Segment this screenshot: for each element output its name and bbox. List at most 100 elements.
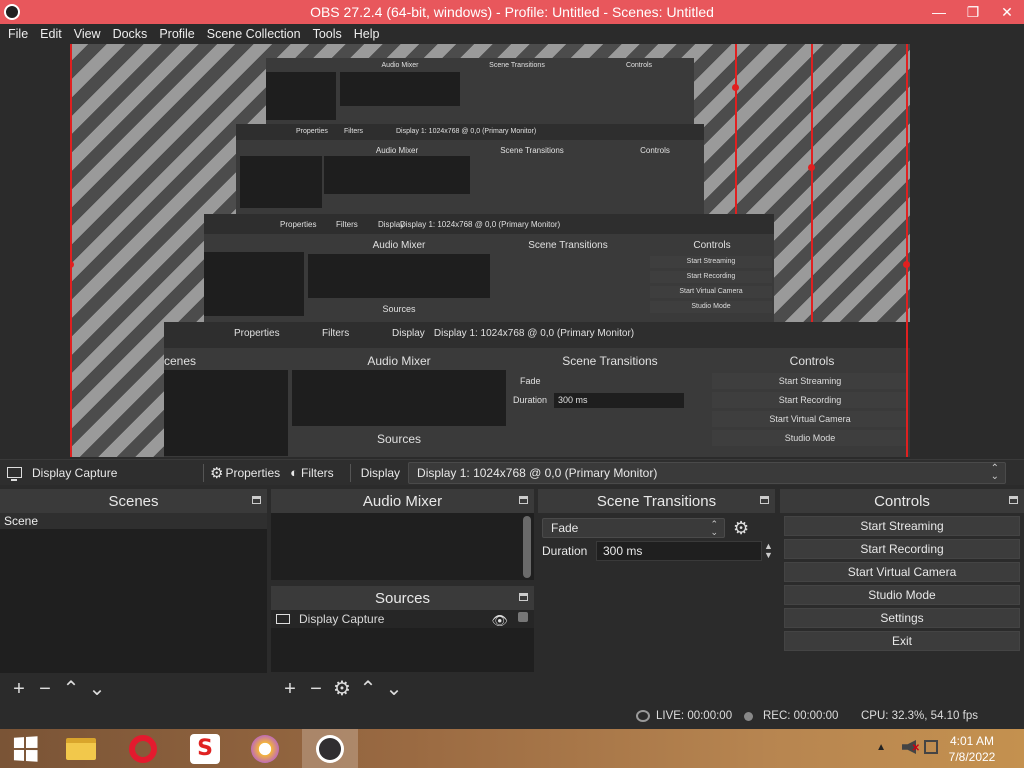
controls-header[interactable]: Controls <box>780 489 1024 513</box>
bounding-handle-left[interactable] <box>70 261 74 268</box>
menu-scene-collection[interactable]: Scene Collection <box>203 27 309 41</box>
nested3-transitions: Scene Transitions <box>500 146 564 155</box>
maximize-button[interactable]: ❐ <box>956 0 990 24</box>
menu-view[interactable]: View <box>70 27 109 41</box>
monitor-icon <box>276 614 290 624</box>
undock-icon[interactable] <box>1009 496 1018 504</box>
taskbar-file-explorer[interactable] <box>58 729 104 768</box>
windows-taskbar: S ▲ ✕ 4:01 AM 7/8/2022 <box>0 729 1024 768</box>
remove-source-button[interactable]: − <box>303 679 329 699</box>
scenes-dock-header[interactable]: Scenes <box>0 489 267 513</box>
sources-title: Sources <box>374 589 431 607</box>
source-name: Display Capture <box>299 612 385 626</box>
nested2-controls: Controls <box>693 240 731 251</box>
filters-button[interactable]: ◐ Filters <box>290 465 334 480</box>
source-properties-gear-icon[interactable]: ⚙ <box>329 679 355 699</box>
move-scene-down-button[interactable]: ⌄ <box>84 679 110 699</box>
live-status: LIVE: 00:00:00 <box>636 710 732 722</box>
nested-properties-label: Properties <box>234 328 280 339</box>
menu-profile[interactable]: Profile <box>155 27 202 41</box>
preview-canvas[interactable]: Properties Filters Display Display 1: 10… <box>70 44 910 457</box>
menu-docks[interactable]: Docks <box>109 27 156 41</box>
studio-mode-button[interactable]: Studio Mode <box>784 585 1020 605</box>
gear-icon: ⚙ <box>210 464 224 482</box>
undock-icon[interactable] <box>519 593 528 601</box>
taskbar-obs[interactable] <box>302 729 358 768</box>
bounding-handle-inner-2[interactable] <box>732 84 739 91</box>
nested-scenes-title: cenes <box>163 354 197 368</box>
nested3-properties: Properties <box>296 128 328 135</box>
taskbar-clock[interactable]: 4:01 AM 7/8/2022 <box>942 733 1002 765</box>
updown-arrows-icon: ⌃ ⌄ <box>990 462 1000 482</box>
taskbar-lock-app[interactable] <box>242 729 288 768</box>
source-list-item[interactable]: Display Capture 👁 <box>271 610 534 628</box>
add-scene-button[interactable]: + <box>6 679 32 699</box>
start-streaming-button[interactable]: Start Streaming <box>784 516 1020 536</box>
nested-start-streaming: Start Streaming <box>712 373 908 389</box>
duration-spinner[interactable]: ▲ ▼ <box>764 542 773 560</box>
menu-file[interactable]: File <box>4 27 36 41</box>
taskbar-opera[interactable] <box>120 729 166 768</box>
add-source-button[interactable]: + <box>277 679 303 699</box>
scenes-list[interactable]: Scene <box>0 513 267 673</box>
taskbar-s-app[interactable]: S <box>182 729 228 768</box>
window-title: OBS 27.2.4 (64-bit, windows) - Profile: … <box>310 4 714 20</box>
duration-label: Duration <box>542 544 588 558</box>
broadcast-icon <box>636 710 650 722</box>
start-button[interactable] <box>2 729 48 768</box>
lock-icon[interactable] <box>518 612 528 622</box>
nested-start-recording: Start Recording <box>712 392 908 408</box>
scene-transitions-header[interactable]: Scene Transitions <box>538 489 775 513</box>
exit-button[interactable]: Exit <box>784 631 1020 651</box>
nested3-display-value: Display 1: 1024x768 @ 0,0 (Primary Monit… <box>396 128 537 135</box>
controls-body: Start Streaming Start Recording Start Vi… <box>780 513 1024 703</box>
eye-icon[interactable]: 👁 <box>491 613 508 629</box>
preview-area[interactable]: Properties Filters Display Display 1: 10… <box>0 44 1024 459</box>
scene-list-item[interactable]: Scene <box>0 513 267 529</box>
bounding-box-inner-2 <box>811 44 813 322</box>
start-recording-button[interactable]: Start Recording <box>784 539 1020 559</box>
transition-select[interactable]: Fade ⌃ ⌄ <box>542 518 725 538</box>
move-source-down-button[interactable]: ⌄ <box>381 679 407 699</box>
windows-logo-icon <box>13 735 38 762</box>
audio-mixer-header[interactable]: Audio Mixer <box>271 489 534 513</box>
menu-edit[interactable]: Edit <box>36 27 70 41</box>
scene-transitions-dock: Scene Transitions Fade ⌃ ⌄ ⚙ Duration 300… <box>538 489 775 703</box>
title-bar: OBS 27.2.4 (64-bit, windows) - Profile: … <box>0 0 1024 24</box>
menu-tools[interactable]: Tools <box>309 27 350 41</box>
menu-help[interactable]: Help <box>350 27 388 41</box>
network-icon[interactable] <box>924 740 938 754</box>
undock-icon[interactable] <box>252 496 261 504</box>
mute-x-icon: ✕ <box>911 743 920 754</box>
toolbar-divider <box>203 463 204 482</box>
undock-icon[interactable] <box>519 496 528 504</box>
close-button[interactable]: ✕ <box>990 0 1024 24</box>
transition-settings-gear-icon[interactable]: ⚙ <box>733 518 749 539</box>
settings-button[interactable]: Settings <box>784 608 1020 628</box>
duration-input[interactable]: 300 ms <box>596 541 762 561</box>
sources-header[interactable]: Sources <box>271 586 534 610</box>
minimize-button[interactable]: — <box>922 0 956 24</box>
nested-start-virtual-camera: Start Virtual Camera <box>712 411 908 427</box>
move-scene-up-button[interactable]: ⌃ <box>58 679 84 699</box>
obs-icon <box>316 734 344 763</box>
record-dot-icon <box>744 711 753 721</box>
show-hidden-icons-chevron-up-icon[interactable]: ▲ <box>876 742 886 753</box>
nested-level-1: Properties Filters Display Display 1: 10… <box>164 322 910 457</box>
display-select-value: Display 1: 1024x768 @ 0,0 (Primary Monit… <box>417 465 658 480</box>
bounding-box-left <box>70 44 72 457</box>
properties-button[interactable]: ⚙ Properties <box>210 464 280 482</box>
audio-mixer-scrollbar[interactable] <box>523 516 531 578</box>
start-virtual-camera-button[interactable]: Start Virtual Camera <box>784 562 1020 582</box>
sources-list[interactable]: Display Capture 👁 <box>271 610 534 672</box>
undock-icon[interactable] <box>760 496 769 504</box>
audio-mixer-body <box>271 513 534 580</box>
remove-scene-button[interactable]: − <box>32 679 58 699</box>
display-select[interactable]: Display 1: 1024x768 @ 0,0 (Primary Monit… <box>408 461 1007 484</box>
bounding-handle-right[interactable] <box>903 261 910 268</box>
cpu-fps-status: CPU: 32.3%, 54.10 fps <box>861 710 978 722</box>
move-source-up-button[interactable]: ⌃ <box>355 679 381 699</box>
nested2-transitions: Scene Transitions <box>528 240 608 251</box>
obs-app-icon[interactable] <box>4 4 20 20</box>
bounding-handle-inner[interactable] <box>808 164 815 171</box>
